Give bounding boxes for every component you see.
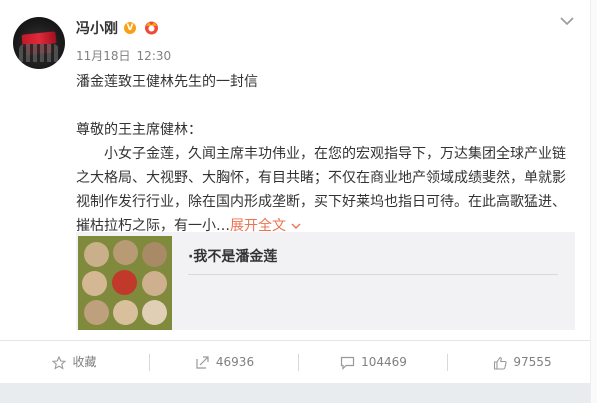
post-meta: 11月18日 12:30	[76, 47, 177, 64]
favorite-label: 收藏	[72, 355, 97, 369]
like-button[interactable]: 97555	[448, 341, 597, 384]
repost-button[interactable]: 46936	[150, 341, 299, 384]
comment-icon	[340, 356, 355, 370]
like-icon	[494, 356, 508, 370]
post-body-line: 小女子金莲，久闻主席丰功伟业，在您的宏观指导下，万达集团全球产业链	[104, 146, 566, 162]
crown-badge-icon[interactable]	[143, 19, 160, 35]
author-name[interactable]: 冯小刚	[76, 18, 118, 38]
post-date[interactable]: 11月18日	[76, 49, 131, 63]
post-body-line: 之大格局、大视野、大胸怀，有目共睹；不仅在商业地产领域成绩斐然，单就影	[76, 170, 566, 186]
avatar[interactable]	[13, 17, 65, 69]
scrollbar[interactable]	[590, 0, 597, 403]
star-icon	[52, 355, 67, 370]
favorite-button[interactable]: 收藏	[0, 341, 149, 384]
shared-card-title[interactable]: ·我不是潘金莲	[188, 246, 277, 266]
weibo-post-card: 冯小刚 V 11月18日 12:30 潘金莲致王健林先生的一封信 尊敬的王主席健林…	[0, 0, 597, 403]
repost-icon	[196, 355, 209, 369]
post-title-line: 潘金莲致王健林先生的一封信	[76, 74, 258, 90]
expand-arrow-icon[interactable]	[291, 222, 301, 230]
like-count: 97555	[513, 355, 552, 369]
divider	[188, 274, 558, 275]
avatar-graphic	[19, 44, 59, 62]
post-body-line: 视制作发行行业，除在国内形成垄断，买下好莱坞也指日可待。在此高歌猛进、	[76, 194, 566, 210]
action-bar: 收藏 46936 104469 97555	[0, 340, 597, 384]
verified-icon[interactable]: V	[124, 22, 136, 34]
page-background-strip	[0, 383, 597, 403]
post-text: 潘金莲致王健林先生的一封信 尊敬的王主席健林： 小女子金莲，久闻主席丰功伟业，在…	[76, 70, 576, 238]
comment-button[interactable]: 104469	[299, 341, 448, 384]
post-greeting: 尊敬的王主席健林：	[76, 122, 202, 138]
post-time[interactable]: 12:30	[137, 49, 172, 63]
movie-poster-thumbnail[interactable]	[78, 236, 172, 330]
comment-count: 104469	[361, 355, 407, 369]
repost-count: 46936	[215, 355, 255, 369]
shared-content-card[interactable]: ·我不是潘金莲	[76, 232, 575, 330]
more-chevron-icon[interactable]	[559, 14, 575, 28]
